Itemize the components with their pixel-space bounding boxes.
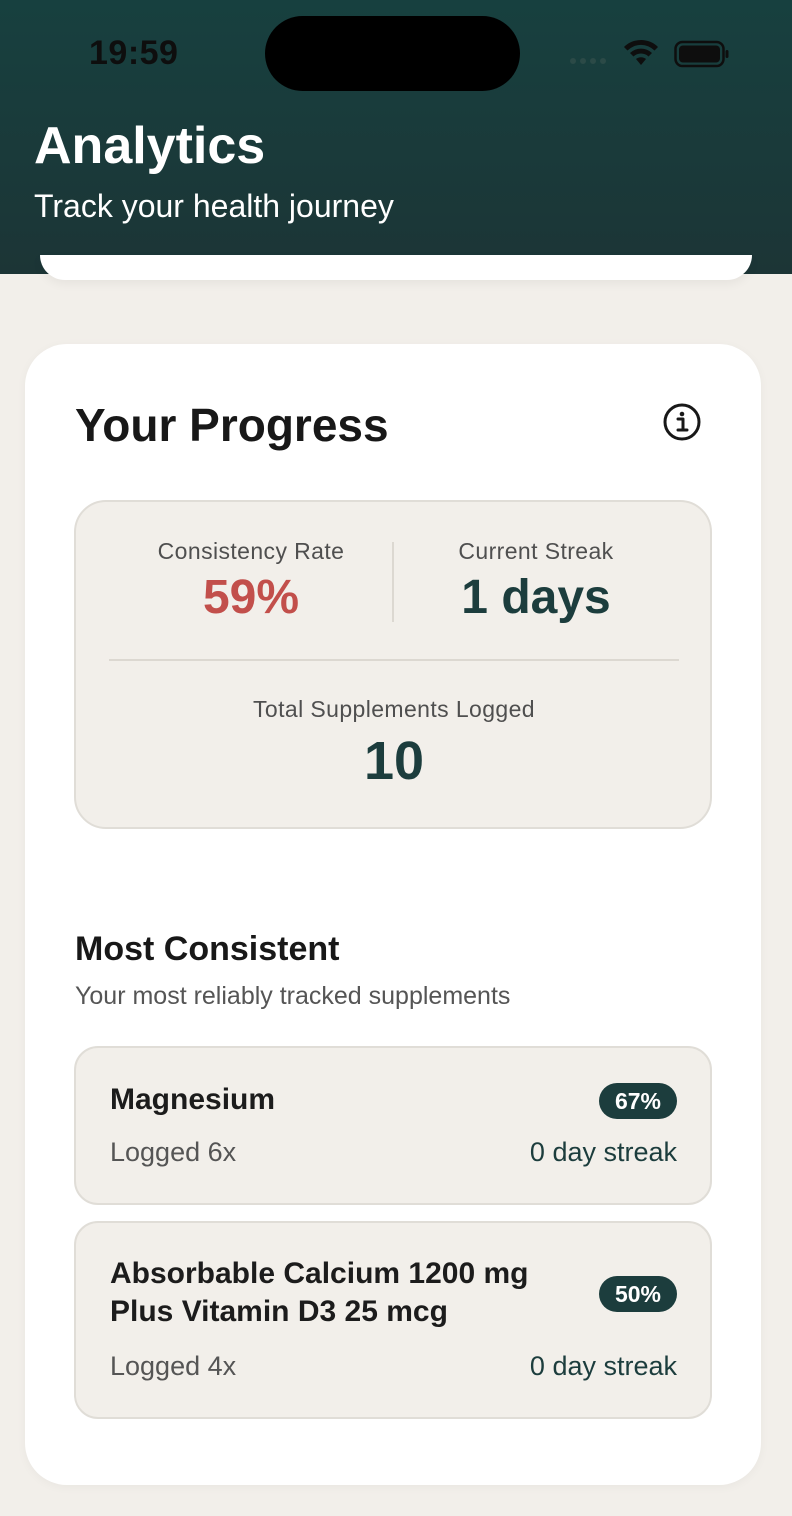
page-title: Analytics	[34, 117, 266, 175]
supplement-name: Absorbable Calcium 1200 mg Plus Vitamin …	[110, 1257, 529, 1328]
current-streak-value: 1 days	[461, 571, 611, 624]
status-time: 19:59	[89, 34, 179, 72]
supplement-streak: 0 day streak	[529, 1137, 677, 1167]
most-consistent-title: Most Consistent	[75, 930, 340, 968]
supplement-name: Magnesium	[110, 1083, 276, 1116]
total-logged-label: Total Supplements Logged	[253, 696, 535, 722]
app-header: 19:59 Analytics Track your health journe…	[0, 0, 792, 274]
card-peek	[40, 255, 752, 280]
wifi-icon	[624, 39, 658, 65]
battery-icon	[674, 40, 729, 68]
info-icon[interactable]	[662, 402, 702, 442]
supplement-logged-count: Logged 4x	[110, 1351, 237, 1381]
dynamic-island	[265, 16, 520, 91]
stats-horizontal-divider	[109, 659, 679, 661]
consistency-rate-value: 59%	[202, 571, 300, 624]
progress-card: Your Progress Consistency Rate 59% Curre…	[25, 344, 761, 1485]
progress-title: Your Progress	[75, 399, 389, 451]
supplement-item[interactable]: Magnesium 67% Logged 6x 0 day streak	[74, 1046, 712, 1205]
total-logged-value: 10	[363, 731, 425, 791]
most-consistent-subtitle: Your most reliably tracked supplements	[75, 982, 511, 1010]
consistency-badge: 67%	[598, 1083, 677, 1119]
supplement-streak: 0 day streak	[529, 1351, 677, 1381]
supplement-logged-count: Logged 6x	[110, 1137, 237, 1167]
supplement-item[interactable]: Absorbable Calcium 1200 mg Plus Vitamin …	[74, 1221, 712, 1419]
current-streak-label: Current Streak	[458, 538, 614, 564]
signal-dots-icon	[570, 58, 610, 66]
consistency-badge: 50%	[598, 1276, 677, 1312]
stats-vertical-divider	[392, 542, 394, 622]
stats-summary: Consistency Rate 59% Current Streak 1 da…	[74, 500, 712, 829]
consistency-rate-label: Consistency Rate	[157, 538, 345, 564]
page-subtitle: Track your health journey	[34, 188, 394, 224]
